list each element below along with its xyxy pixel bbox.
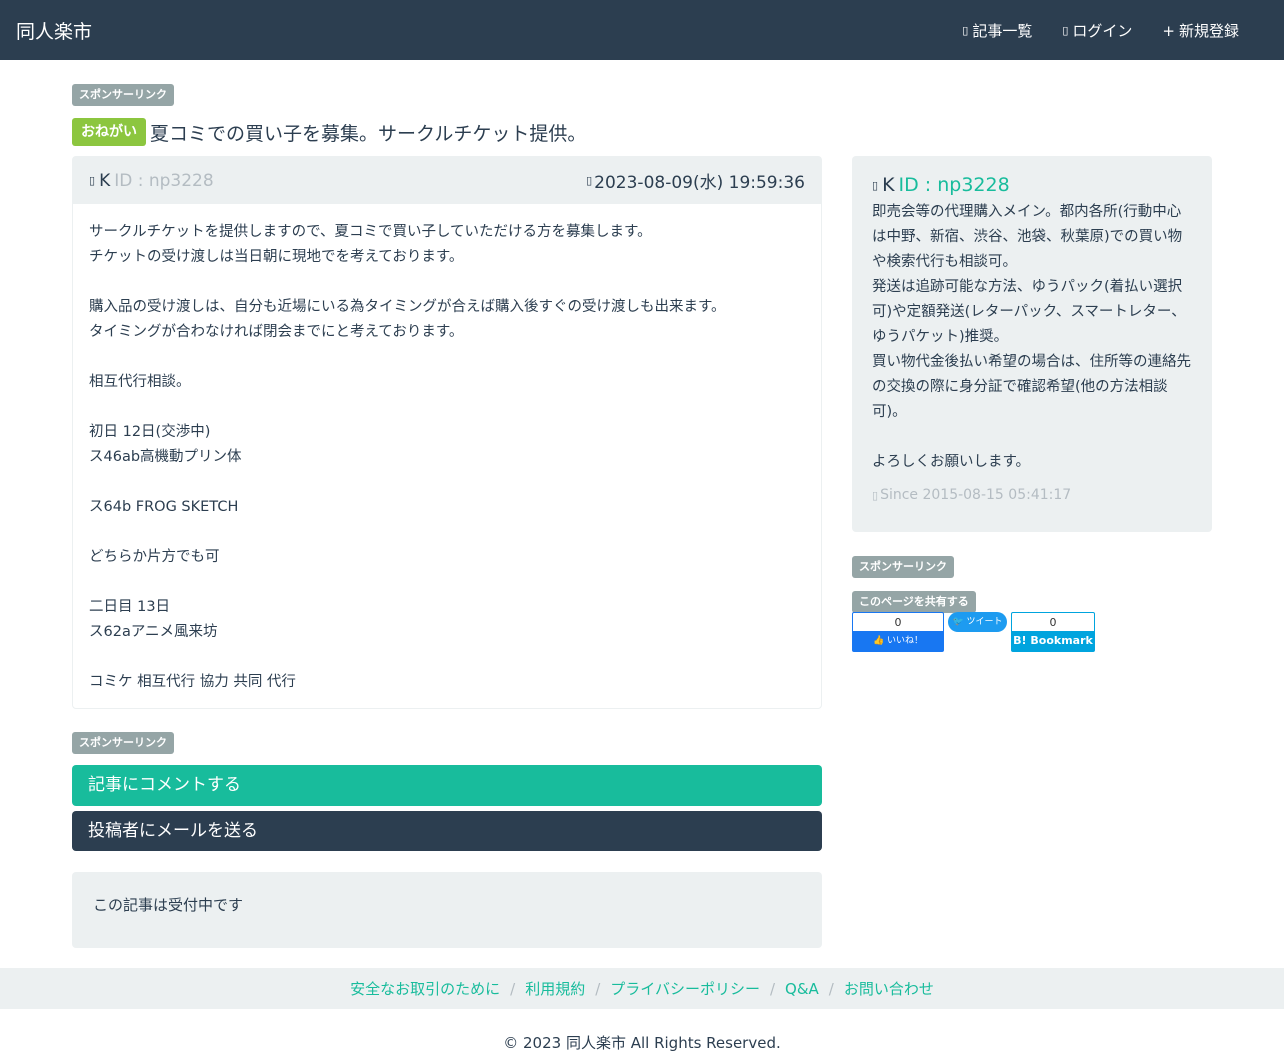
plus-icon: + <box>1162 21 1175 40</box>
list-icon: ▯ <box>962 24 969 37</box>
footer-link-contact[interactable]: お問い合わせ <box>844 978 934 999</box>
request-badge: おねがい <box>72 118 146 146</box>
nav-register-label: 新規登録 <box>1178 22 1239 40</box>
post-date: ▯ 2023-08-09(水) 19:59:36 <box>586 168 805 193</box>
footer-separator: / <box>769 979 776 998</box>
facebook-like-button[interactable]: 0 👍 いいね！ <box>852 612 944 652</box>
navbar: 同人楽市 ▯ 記事一覧 ▯ ログイン + 新規登録 <box>0 0 1284 60</box>
comment-button[interactable]: 記事にコメントする <box>72 765 822 806</box>
calendar-icon: ▯ <box>872 488 879 502</box>
copyright: © 2023 同人楽市 All Rights Reserved. <box>503 1034 781 1052</box>
login-icon: ▯ <box>1062 24 1069 37</box>
facebook-like-count: 0 <box>894 616 902 629</box>
tweet-label: ツイート <box>966 617 1003 627</box>
status-text: この記事は受付中です <box>93 896 244 914</box>
sponsor-label-side: スポンサーリンク <box>852 556 954 578</box>
footer-links: 安全なお取引のために / 利用規約 / プライバシーポリシー / Q&A / お… <box>0 968 1284 1009</box>
clock-icon: ▯ <box>586 174 593 187</box>
mail-author-button[interactable]: 投稿者にメールを送る <box>72 811 822 851</box>
profile-since: ▯ Since 2015-08-15 05:41:17 <box>872 487 1192 503</box>
footer-link-terms[interactable]: 利用規約 <box>525 978 585 999</box>
facebook-like-text: いいね！ <box>887 636 924 646</box>
post-date-text: 2023-08-09(水) 19:59:36 <box>594 173 805 193</box>
post-author: ▯ K ID : np3228 <box>89 171 214 191</box>
post-body: サークルチケットを提供しますので、夏コミで買い子していただける方を募集します。 … <box>89 224 726 690</box>
profile-bio: 即売会等の代理購入メイン。都内各所(行動中心は中野、新宿、渋谷、池袋、秋葉原)で… <box>872 204 1191 470</box>
hatena-bookmark-button[interactable]: 0 B! Bookmark <box>1011 612 1095 652</box>
tweet-button[interactable]: 🐦 ツイート <box>948 612 1007 632</box>
profile-name: K <box>882 174 895 196</box>
thumbs-up-icon: 👍 <box>872 636 885 646</box>
twitter-bird-icon: 🐦 <box>952 617 964 627</box>
status-well: この記事は受付中です <box>72 872 822 948</box>
profile-since-text: Since 2015-08-15 05:41:17 <box>880 487 1072 503</box>
post-panel: ▯ K ID : np3228 ▯ 2023-08-09(水) 19:59:36… <box>72 156 822 709</box>
footer-separator: / <box>595 979 601 998</box>
brand-logo[interactable]: 同人楽市 <box>16 17 92 44</box>
user-icon: ▯ <box>89 174 96 187</box>
footer-link-safety[interactable]: 安全なお取引のために <box>350 978 500 999</box>
page-title: 夏コミでの買い子を募集。サークルチケット提供。 <box>150 122 587 145</box>
nav-login[interactable]: ▯ ログイン <box>1062 20 1132 41</box>
nav-article-list[interactable]: ▯ 記事一覧 <box>962 20 1032 41</box>
footer-separator: / <box>510 979 516 998</box>
profile-name-row: ▯ K ID : np3228 <box>872 174 1192 196</box>
nav-article-list-label: 記事一覧 <box>972 22 1033 40</box>
author-name[interactable]: K <box>99 171 110 191</box>
nav-register[interactable]: + 新規登録 <box>1162 20 1239 41</box>
hatena-bookmark-label: B! Bookmark <box>1012 631 1094 651</box>
post-title-row: おねがい 夏コミでの買い子を募集。サークルチケット提供。 <box>72 118 586 146</box>
profile-panel: ▯ K ID : np3228 即売会等の代理購入メイン。都内各所(行動中心は中… <box>852 156 1212 532</box>
nav-links: ▯ 記事一覧 ▯ ログイン + 新規登録 <box>962 20 1239 41</box>
facebook-like-label: 👍 いいね！ <box>853 631 943 651</box>
footer-link-qa[interactable]: Q&A <box>785 980 819 998</box>
footer-link-privacy[interactable]: プライバシーポリシー <box>610 978 760 999</box>
sponsor-label-bottom: スポンサーリンク <box>72 732 174 754</box>
user-icon: ▯ <box>872 178 879 192</box>
nav-login-label: ログイン <box>1072 22 1133 40</box>
hatena-bookmark-count: 0 <box>1049 616 1057 629</box>
footer-separator: / <box>828 979 834 998</box>
profile-id[interactable]: ID : np3228 <box>899 174 1010 196</box>
author-id: ID : np3228 <box>114 170 214 191</box>
post-header: ▯ K ID : np3228 ▯ 2023-08-09(水) 19:59:36 <box>73 157 821 204</box>
sponsor-label-top: スポンサーリンク <box>72 84 174 106</box>
share-label: このページを共有する <box>852 591 976 613</box>
